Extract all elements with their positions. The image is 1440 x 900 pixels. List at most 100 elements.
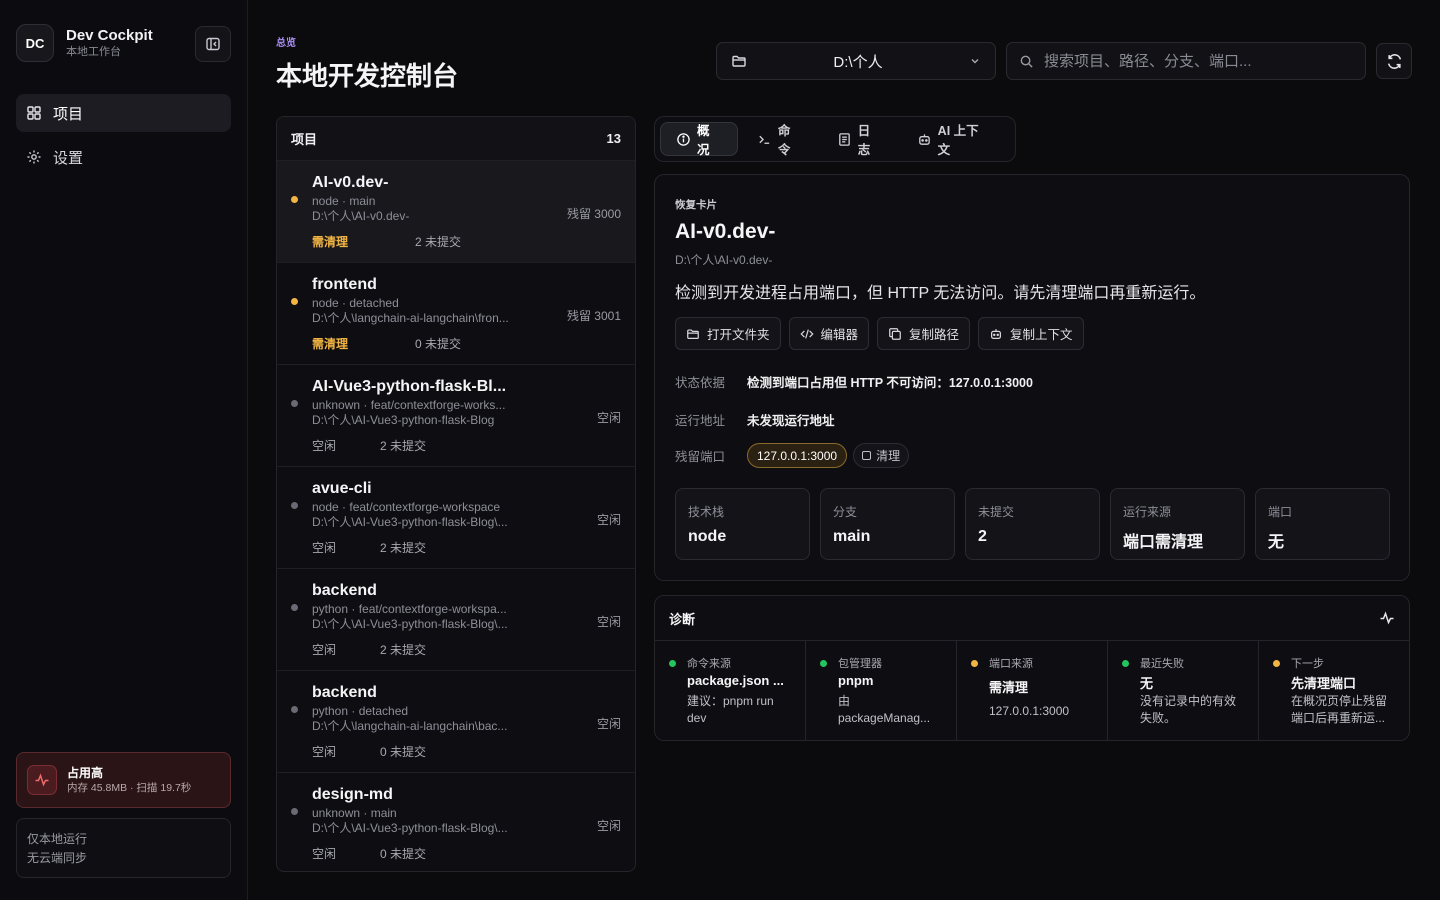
sidebar-item-label: 设置	[53, 149, 84, 167]
status-dot	[291, 808, 298, 815]
project-uncommitted: 2 未提交	[415, 235, 462, 249]
breadcrumb: 总览	[276, 38, 296, 49]
tab-label: 命令	[777, 124, 791, 157]
project-path: D:\个人\AI-Vue3-python-flask-Blog\...	[312, 515, 508, 529]
project-path: D:\个人\AI-Vue3-python-flask-Blog\...	[312, 617, 508, 631]
directory-select[interactable]: D:\个人	[716, 42, 996, 80]
sidebar-collapse-button[interactable]	[195, 26, 231, 62]
project-name: frontend	[312, 276, 377, 293]
diagnostic-label: 端口来源	[989, 658, 1033, 670]
sidebar-item-label: 项目	[53, 105, 84, 123]
gear-icon	[27, 150, 41, 164]
diagnostic-item: 端口来源 需清理 127.0.0.1:3000	[957, 641, 1108, 740]
diagnostic-desc-line: 建议：pnpm run	[687, 694, 774, 708]
diagnostic-label: 包管理器	[838, 658, 882, 670]
diagnostic-value: 需清理	[989, 680, 1029, 695]
copy-context-button[interactable]: 复制上下文	[978, 317, 1084, 350]
project-uncommitted: 0 未提交	[380, 847, 427, 861]
run-address-value: 未发现运行地址	[747, 414, 835, 428]
diagnostic-item: 命令来源 package.json ... 建议：pnpm run dev	[655, 641, 806, 740]
sidebar: DC Dev Cockpit 本地工作台 项目 设置 占用高 内存 45.8MB…	[0, 0, 248, 900]
diagnostic-label: 最近失败	[1140, 658, 1184, 670]
tab-commands[interactable]: 命令	[742, 122, 818, 157]
project-side-status: 空闲	[596, 513, 621, 527]
clean-label: 清理	[876, 449, 901, 463]
project-side-status: 残留 3000	[566, 207, 621, 221]
action-label: 复制上下文	[1010, 328, 1073, 342]
stat-value: node	[688, 528, 727, 545]
open-folder-button[interactable]: 打开文件夹	[675, 317, 781, 350]
project-row[interactable]: design-md unknown · main D:\个人\AI-Vue3-pyt…	[277, 773, 635, 871]
project-name: backend	[312, 684, 377, 701]
stat-label: 技术栈	[688, 505, 725, 519]
directory-value: D:\个人	[833, 53, 883, 71]
folder-icon	[687, 328, 699, 339]
stat-value: main	[833, 528, 871, 545]
status-dot	[291, 502, 298, 509]
project-path: D:\个人\AI-v0.dev-	[312, 209, 410, 223]
brand: DC Dev Cockpit 本地工作台	[16, 24, 153, 62]
open-editor-button[interactable]: 编辑器	[788, 317, 870, 350]
tab-logs[interactable]: 日志	[822, 122, 898, 157]
card-label: 恢复卡片	[675, 199, 717, 211]
alert-subtitle: 内存 45.8MB · 扫描 19.7秒	[67, 782, 192, 794]
project-row[interactable]: avue-cli node · feat/contextforge-workspa…	[277, 467, 635, 569]
project-name: avue-cli	[312, 480, 372, 497]
diagnostic-desc: 由 packageManag...	[838, 693, 950, 727]
search-field[interactable]	[1006, 42, 1366, 80]
project-row[interactable]: AI-v0.dev-node · main D:\个人\AI-v0.dev- 需清理…	[277, 161, 635, 263]
project-count: 13	[606, 131, 621, 146]
stat-tech-stack: 技术栈 node	[675, 488, 810, 560]
project-row[interactable]: backend python · detached D:\个人\langchain-…	[277, 671, 635, 773]
stat-tiles: 技术栈 node 分支 main 未提交 2 运行来源 端口需清理 端口 无	[675, 488, 1390, 560]
tab-ai-context[interactable]: AI 上下文	[902, 122, 1006, 157]
tab-label: 概况	[696, 124, 710, 157]
status-dot	[971, 660, 978, 667]
diagnostics-header: 诊断	[655, 596, 1409, 641]
diagnostic-desc: 没有记录中的有效 失败。	[1140, 693, 1252, 727]
card-path: D:\个人\AI-v0.dev-	[675, 253, 773, 267]
project-status: 空闲	[312, 847, 337, 861]
sidebar-item-projects[interactable]: 项目	[16, 94, 231, 132]
status-basis-value: 检测到端口占用但 HTTP 不可访问：127.0.0.1:3000	[747, 376, 1033, 390]
refresh-button[interactable]	[1376, 43, 1412, 79]
tab-label: 日志	[857, 124, 871, 157]
activity-icon	[27, 765, 57, 795]
code-icon	[799, 328, 814, 339]
diagnostic-value: 无	[1140, 676, 1154, 691]
residual-port-chip[interactable]: 127.0.0.1:3000	[747, 443, 848, 468]
brand-subtitle: 本地工作台	[66, 46, 121, 58]
resource-alert-card[interactable]: 占用高 内存 45.8MB · 扫描 19.7秒	[16, 752, 231, 808]
tab-overview[interactable]: 概况	[660, 122, 738, 157]
action-label: 打开文件夹	[707, 328, 770, 342]
project-path: D:\个人\AI-Vue3-python-flask-Blog	[312, 413, 495, 427]
stat-branch: 分支 main	[820, 488, 955, 560]
search-input[interactable]	[1044, 52, 1353, 70]
action-label: 编辑器	[820, 328, 859, 342]
diagnostic-desc-line: 失败。	[1140, 711, 1177, 725]
status-dot	[291, 298, 298, 305]
project-row[interactable]: AI-Vue3-python-flask-Bl... unknown · feat…	[277, 365, 635, 467]
diagnostic-label: 下一步	[1291, 658, 1324, 670]
copy-path-button[interactable]: 复制路径	[877, 317, 971, 350]
project-status: 空闲	[312, 541, 337, 555]
status-dot	[1273, 660, 1280, 667]
stat-label: 分支	[833, 505, 858, 519]
sidebar-item-settings[interactable]: 设置	[16, 138, 231, 176]
status-basis-row: 状态依据 检测到端口占用但 HTTP 不可访问：127.0.0.1:3000	[675, 372, 1033, 391]
project-uncommitted: 0 未提交	[380, 745, 427, 759]
diagnostic-desc-line: 端口后再重新运...	[1291, 711, 1386, 725]
status-basis-key: 状态依据	[675, 376, 726, 390]
brand-logo: DC	[16, 24, 54, 62]
local-note-line1: 仅本地运行	[27, 832, 88, 846]
status-dot	[291, 196, 298, 203]
diagnostic-desc-line: 由	[838, 694, 851, 708]
project-row[interactable]: frontend node · detached D:\个人\langchain-a…	[277, 263, 635, 365]
search-icon	[1020, 55, 1033, 68]
chevron-down-icon	[971, 59, 979, 64]
clean-port-button[interactable]: 清理	[853, 443, 910, 468]
project-name: backend	[312, 582, 377, 599]
log-icon	[838, 132, 850, 146]
stat-port: 端口 无	[1255, 488, 1390, 560]
project-row[interactable]: backend python · feat/contextforge-worksp…	[277, 569, 635, 671]
